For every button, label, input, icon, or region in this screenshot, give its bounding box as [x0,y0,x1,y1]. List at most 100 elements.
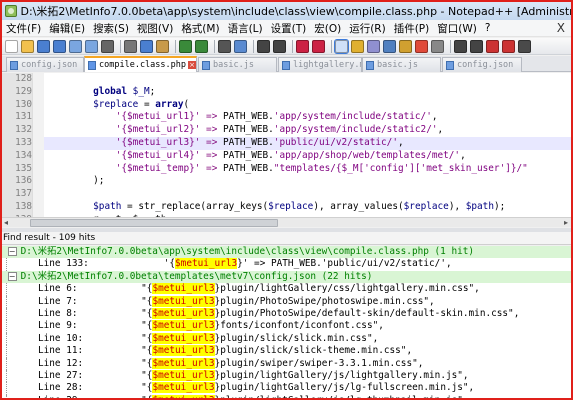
play-macro-icon[interactable] [486,39,499,53]
collapse-toggle-icon[interactable]: − [7,247,17,256]
save-macro-icon[interactable] [518,39,531,53]
menu-item[interactable]: 运行(R) [345,21,390,36]
collapse-toggle-icon[interactable]: − [7,271,17,281]
line-label: Line 8: [38,308,78,319]
stop-macro-icon[interactable] [470,39,483,53]
show-all-chars-icon[interactable] [351,39,364,53]
find-hit-row[interactable]: Line 8: "{$metui_url3}plugin/PhotoSwipe/… [2,308,571,321]
menu-item[interactable]: 宏(O) [310,21,345,36]
notepad-app-icon [5,5,17,17]
undo-icon[interactable] [179,39,192,53]
folder-workspace-icon[interactable] [415,39,428,53]
tab-basic-js[interactable]: basic.js [198,57,277,72]
menu-item[interactable]: 搜索(S) [89,21,133,36]
match-prefix: "{ [96,395,152,398]
scrollbar-thumb[interactable] [30,219,278,227]
fold-margin [32,124,44,137]
menu-close-icon[interactable]: X [557,21,565,35]
close-all-icon[interactable] [85,39,98,53]
menu-item[interactable]: ? [481,22,495,34]
find-hit-row[interactable]: Line 27: "{$metui_url3}plugin/lightGalle… [2,370,571,383]
menu-item[interactable]: 编辑(E) [45,21,89,36]
new-file-icon[interactable] [5,39,18,53]
code-text: '{$metui_url1}' => PATH_WEB.'app/system/… [48,111,438,124]
tab-lightgallery-min-js[interactable]: lightgallery.min.js [278,57,362,72]
menu-item[interactable]: 插件(P) [390,21,434,36]
find-results-panel[interactable]: − D:\米拓2\MetInfo7.0.0beta\app\system\incl… [2,246,571,398]
zoom-in-icon[interactable] [257,39,270,53]
menu-item[interactable]: 格式(M) [177,21,223,36]
file-icon [10,60,18,70]
menu-item[interactable]: 语言(L) [224,21,267,36]
find-file-row[interactable]: − D:\米拓2\MetInfo7.0.0beta\app\system\incl… [2,246,571,259]
code-token: PATH_WEB. [222,137,274,148]
code-token: , [437,124,444,136]
save-all-icon[interactable] [53,39,66,53]
scroll-right-arrow-icon[interactable]: ▸ [564,218,568,227]
find-hit-row[interactable]: Line 10: "{$metui_url3}plugin/slick/slic… [2,332,571,346]
find-hit-row[interactable]: Line 7: "{$metui_url3}plugin/PhotoSwipe/… [2,295,571,308]
horizontal-scrollbar[interactable]: ◂ ▸ [2,217,571,227]
find-hit-row[interactable]: Line 28: "{$metui_url3}plugin/lightGalle… [2,382,571,395]
copy-icon[interactable] [140,39,153,53]
code-token: $replace [48,98,139,110]
indent-guide-icon[interactable] [367,39,380,53]
function-list-icon[interactable] [399,39,412,53]
find-hit-row[interactable]: Line 11: "{$metui_url3}plugin/slick/slic… [2,345,571,358]
find-hit-row[interactable]: Line 6: "{$metui_url3}plugin/lightGaller… [2,283,571,296]
sync-v-icon[interactable] [296,39,309,53]
menu-item[interactable]: 视图(V) [133,21,177,36]
menu-item[interactable]: 窗口(W) [433,21,481,36]
close-icon[interactable] [69,39,82,53]
menu-item[interactable]: 文件(F) [2,21,45,36]
save-icon[interactable] [37,39,50,53]
match-highlight: $metui_url3 [152,370,215,381]
monitor-icon[interactable] [431,39,444,53]
toolbar-separator [175,39,176,53]
tab-config-json[interactable]: config.json [6,57,84,72]
close-tab-icon[interactable]: × [188,61,196,69]
find-hit-row[interactable]: Line 12: "{$metui_url3}plugin/swiper/swi… [2,357,571,370]
match-suffix: }plugin/swiper/swiper-3.3.1.min.css", [214,357,424,369]
find-hit-row[interactable]: Line 9: "{$metui_url3}fonts/iconfont/ico… [2,320,571,333]
tree-guide [6,357,7,370]
code-editor[interactable]: 128 129 global $_M; 130 $replace = array(1… [2,73,571,217]
replace-icon[interactable] [234,39,247,53]
code-token: '{$metui_url4}' [48,149,201,161]
word-wrap-icon[interactable] [334,38,349,54]
open-file-icon[interactable] [21,39,34,53]
code-token: $replace [268,201,314,212]
code-token: = [138,98,156,110]
title-bar[interactable]: D:\米拓2\MetInfo7.0.0beta\app\system\inclu… [2,2,571,20]
tree-guide [6,394,7,398]
find-hit-row[interactable]: Line 29: "{$metui_url3}plugin/lightGalle… [2,394,571,398]
code-line: 129 global $_M; [2,85,571,99]
doc-map-icon[interactable] [383,39,396,53]
redo-icon[interactable] [195,39,208,53]
print-icon[interactable] [101,39,114,53]
tab-compile-class-php[interactable]: compile.class.php × [84,56,197,72]
play-multi-icon[interactable] [502,39,515,53]
find-results-header: Find result - 109 hits [2,232,571,245]
file-icon [202,60,210,70]
cut-icon[interactable] [124,39,137,53]
tab-label: config.json [457,60,514,70]
scroll-left-arrow-icon[interactable]: ◂ [4,218,8,227]
record-macro-icon[interactable] [454,39,467,53]
code-token: => [200,137,223,148]
tab-config-json[interactable]: config.json [442,57,522,72]
paste-icon[interactable] [156,39,169,53]
find-file-row[interactable]: − D:\米拓2\MetInfo7.0.0beta\templates\metv7… [2,270,571,284]
code-text: '{$metui_url3}' => PATH_WEB.'public/ui/v… [48,137,404,150]
code-token: PATH_WEB. [222,111,274,123]
code-line: 138 $path = str_replace(array_keys($repl… [2,201,571,214]
line-label: Line 29: [38,395,96,398]
find-icon[interactable] [218,39,231,53]
find-hit-row[interactable]: Line 133: '{$metui_url3}' => PATH_WEB.'p… [2,258,571,271]
menu-item[interactable]: 设置(T) [267,21,311,36]
code-token: array_values [330,201,398,212]
sync-h-icon[interactable] [312,39,325,53]
tab-basic-js[interactable]: basic.js [362,57,441,72]
zoom-out-icon[interactable] [273,39,286,53]
match-highlight: $metui_url3 [152,394,215,398]
